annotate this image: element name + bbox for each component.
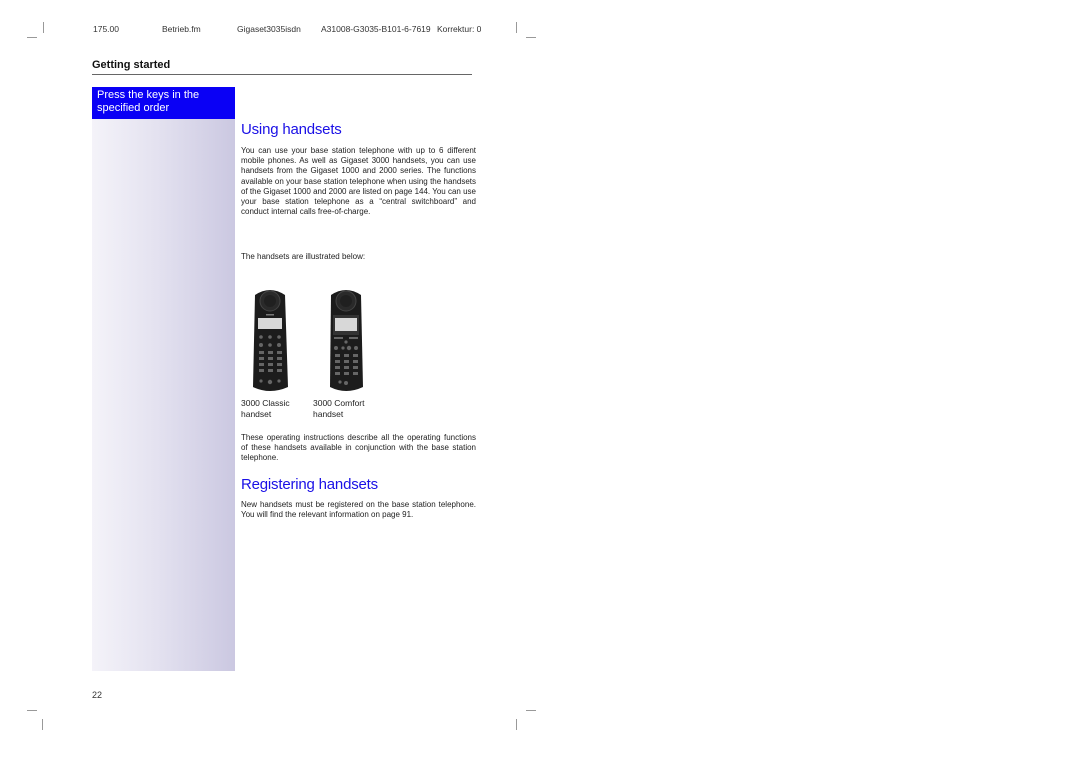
page-number: 22	[92, 690, 103, 700]
crop-mark	[42, 719, 43, 730]
crop-mark	[27, 37, 37, 38]
crop-mark	[516, 719, 517, 730]
header-product: Gigaset3035isdn	[237, 24, 301, 34]
caption-classic-handset: 3000 Classic handset	[241, 398, 311, 420]
crop-mark	[526, 710, 536, 711]
header-correction: Korrektur: 0	[437, 24, 482, 34]
registering-handsets-body: New handsets must be registered on the b…	[241, 500, 476, 520]
caption-comfort-line1: 3000 Comfort	[313, 398, 365, 408]
sidebar-note-line2: specified order	[97, 101, 170, 114]
caption-comfort-line2: handset	[313, 409, 344, 419]
sidebar-margin	[92, 87, 235, 671]
handsets-illustrated-text: The handsets are illustrated below:	[241, 252, 366, 261]
crop-mark	[526, 37, 536, 38]
caption-comfort-handset: 3000 Comfort handset	[313, 398, 383, 420]
heading-registering-handsets: Registering handsets	[241, 476, 378, 493]
section-title: Getting started	[92, 59, 171, 71]
classic-handset-image	[253, 290, 288, 391]
sidebar-note-line1: Press the keys in the	[97, 89, 200, 101]
crop-mark	[516, 22, 517, 33]
handsets-description: These operating instructions describe al…	[241, 433, 476, 463]
crop-mark	[27, 710, 37, 711]
comfort-handset-image	[330, 290, 363, 391]
heading-using-handsets: Using handsets	[241, 121, 342, 138]
caption-classic-line1: 3000 Classic	[241, 398, 290, 408]
section-divider	[92, 74, 472, 75]
header-file: Betrieb.fm	[162, 24, 201, 34]
header-version: 175.00	[93, 24, 119, 34]
caption-classic-line2: handset	[241, 409, 272, 419]
crop-mark	[43, 22, 44, 33]
using-handsets-body: You can use your base station telephone …	[241, 146, 476, 217]
sidebar-note: Press the keys in the specified order	[92, 87, 235, 119]
header-doc-id: A31008-G3035-B101-6-7619	[321, 24, 431, 34]
